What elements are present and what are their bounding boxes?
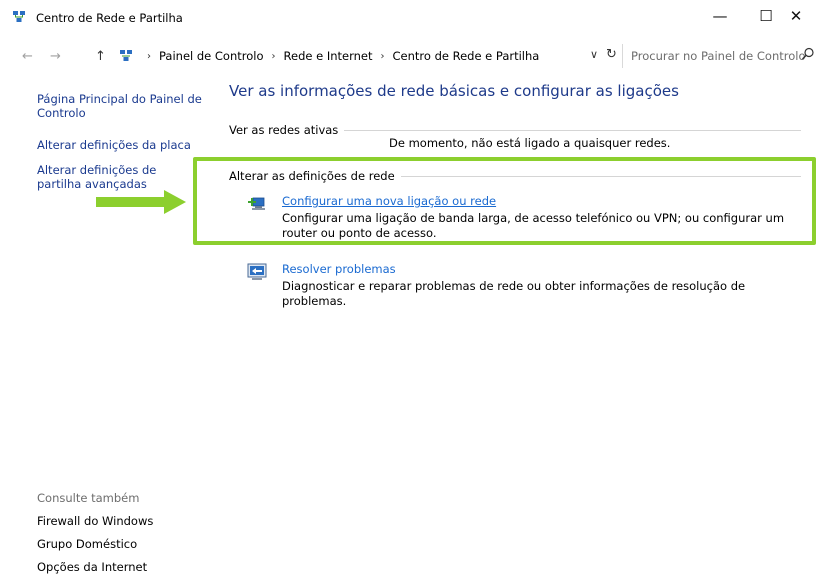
title-bar: Centro de Rede e Partilha — ☐ ✕ [0, 0, 819, 38]
sidebar: Página Principal do Painel de Controlo A… [0, 72, 212, 587]
page-title: Ver as informações de rede básicas e con… [229, 82, 679, 100]
breadcrumb-separator: › [271, 50, 276, 62]
address-bar: ← → ↑ › Painel de Controlo › Rede e Inte… [0, 44, 819, 72]
search-icon[interactable] [801, 47, 815, 61]
breadcrumb-separator: › [380, 50, 385, 62]
sidebar-link-adapter-settings[interactable]: Alterar definições da placa [37, 138, 202, 152]
network-center-icon [120, 50, 132, 61]
breadcrumb-separator: › [147, 50, 151, 62]
breadcrumb: › Painel de Controlo › Rede e Internet ›… [114, 44, 616, 68]
close-button[interactable]: ✕ [773, 0, 819, 32]
main-content: Ver as informações de rede básicas e con… [212, 72, 819, 587]
minimize-button[interactable]: — [697, 0, 743, 32]
search-input[interactable]: Procurar no Painel de Controlo [622, 44, 819, 68]
annotation-arrow-icon [96, 190, 186, 214]
see-also-link-internet-options[interactable]: Opções da Internet [37, 560, 147, 574]
sidebar-link-advanced-sharing[interactable]: Alterar definições de partilha avançadas [37, 163, 202, 191]
section-header-active-networks: Ver as redes ativas [229, 123, 801, 137]
see-also-link-firewall[interactable]: Firewall do Windows [37, 514, 153, 528]
see-also-link-homegroup[interactable]: Grupo Doméstico [37, 537, 137, 551]
annotation-highlight-box [193, 157, 816, 245]
refresh-button[interactable]: ↻ [606, 47, 617, 62]
section-header-label: Ver as redes ativas [229, 123, 339, 137]
divider [344, 129, 801, 131]
network-center-icon [13, 11, 25, 22]
window-title: Centro de Rede e Partilha [36, 11, 183, 25]
breadcrumb-item-network-internet[interactable]: Rede e Internet [284, 49, 373, 63]
breadcrumb-item-network-center[interactable]: Centro de Rede e Partilha [393, 49, 540, 63]
address-dropdown-button[interactable]: ∨ [590, 48, 598, 61]
troubleshoot-link[interactable]: Resolver problemas [282, 262, 396, 276]
see-also-title: Consulte também [37, 491, 140, 505]
troubleshoot-description: Diagnosticar e reparar problemas de rede… [282, 279, 746, 308]
breadcrumb-item-control-panel[interactable]: Painel de Controlo [159, 49, 264, 63]
no-network-message: De momento, não está ligado a quaisquer … [389, 136, 671, 150]
forward-button[interactable]: → [50, 49, 61, 64]
sidebar-link-control-panel-home[interactable]: Página Principal do Painel de Controlo [37, 92, 202, 120]
search-placeholder: Procurar no Painel de Controlo [631, 49, 806, 63]
up-button[interactable]: ↑ [95, 49, 106, 64]
troubleshoot-icon [247, 263, 267, 280]
back-button[interactable]: ← [22, 49, 33, 64]
